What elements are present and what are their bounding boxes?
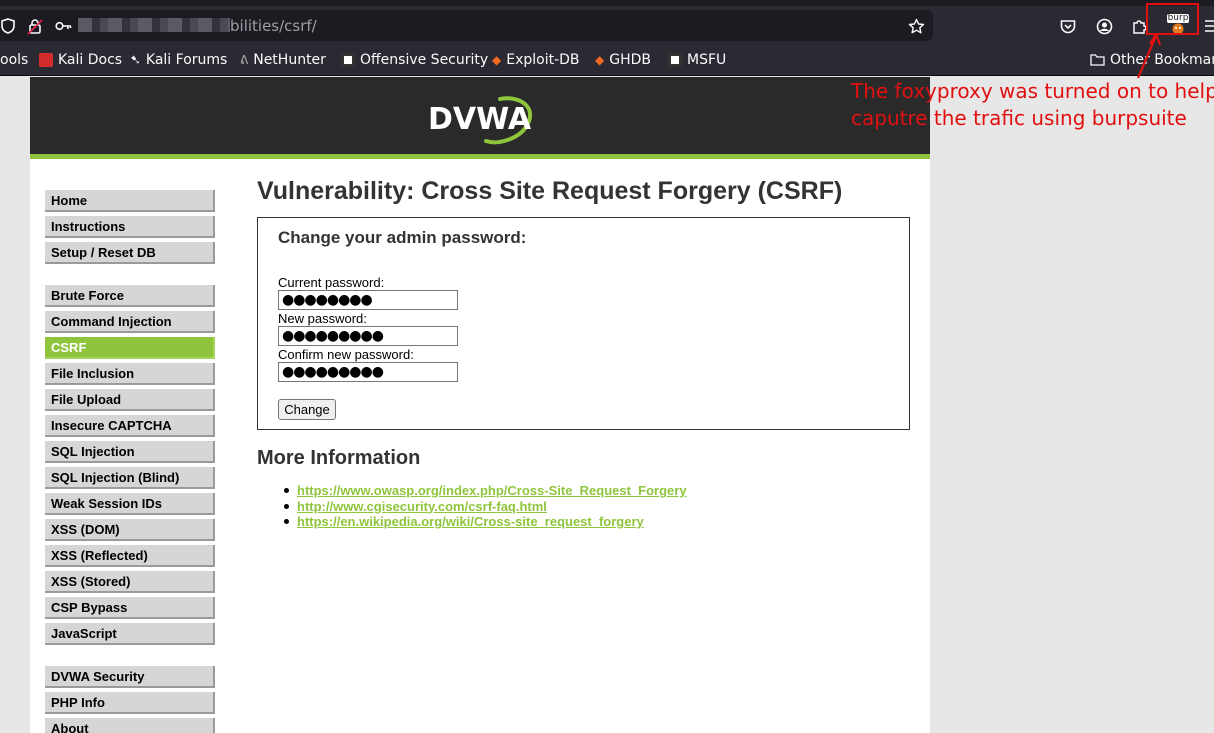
browser-toolbar: bilities/csrf/ burp [0,6,1214,46]
confirm-password-label: Confirm new password: [278,347,414,362]
more-information-title: More Information [257,447,421,469]
cgisecurity-csrf-link[interactable]: http://www.cgisecurity.com/csrf-faq.html [297,499,547,514]
account-icon[interactable] [1094,16,1114,36]
menu-xss-reflected[interactable]: XSS (Reflected) [45,545,215,567]
bookmark-msfu[interactable]: MSFU [668,52,726,68]
menu-weak-session-ids[interactable]: Weak Session IDs [45,493,215,515]
annotation-arrow [1136,33,1162,79]
menu-csp-bypass[interactable]: CSP Bypass [45,597,215,619]
menu-about[interactable]: About [45,718,215,733]
offsec-icon [341,53,355,67]
menu-csrf[interactable]: CSRF [45,337,215,359]
bookmark-offensive-security[interactable]: Offensive Security [341,52,488,68]
menu-insecure-captcha[interactable]: Insecure CAPTCHA [45,415,215,437]
annotation-line-2: caputre the trafic using burpsuite [851,106,1187,130]
menu-javascript[interactable]: JavaScript [45,623,215,645]
main-content: Vulnerability: Cross Site Request Forger… [257,177,912,529]
nethunter-icon: ᕕ [240,53,249,67]
dvwa-logo-text: DVWA [428,102,532,137]
confirm-password-input[interactable]: ●●●●●●●●● [278,362,458,382]
dvwa-container: DVWA Home Instructions Setup / Reset DB … [30,77,930,733]
kali-docs-icon [39,53,53,67]
menu-xss-dom[interactable]: XSS (DOM) [45,519,215,541]
menu-sql-injection-blind[interactable]: SQL Injection (Blind) [45,467,215,489]
menu-file-inclusion[interactable]: File Inclusion [45,363,215,385]
bookmark-ghdb[interactable]: ◆ GHDB [595,52,651,68]
menu-instructions[interactable]: Instructions [45,216,215,238]
bookmark-tools[interactable]: ools [0,52,28,68]
bookmark-nethunter[interactable]: ᕕ NetHunter [240,52,326,68]
folder-icon [1090,54,1105,66]
new-password-input[interactable]: ●●●●●●●●● [278,326,458,346]
bookmarks-toolbar: ools Kali Docs ➷ Kali Forums ᕕ NetHunter O… [0,46,1214,76]
bookmark-star-icon[interactable] [906,16,926,36]
msfu-icon [668,53,682,67]
change-button[interactable]: Change [278,399,336,420]
dvwa-header: DVWA [30,77,930,159]
wikipedia-csrf-link[interactable]: https://en.wikipedia.org/wiki/Cross-site… [297,514,644,529]
new-password-label: New password: [278,311,367,326]
menu-file-upload[interactable]: File Upload [45,389,215,411]
menu-home[interactable]: Home [45,190,215,212]
list-item: https://www.owasp.org/index.php/Cross-Si… [279,483,687,499]
list-item: https://en.wikipedia.org/wiki/Cross-site… [279,514,687,530]
change-password-form: Change your admin password: Current pass… [257,217,910,430]
menu-icon[interactable] [1204,16,1214,36]
ghdb-icon: ◆ [595,53,605,67]
menu-xss-stored[interactable]: XSS (Stored) [45,571,215,593]
kali-dragon-icon: ➷ [130,52,141,68]
current-password-label: Current password: [278,275,385,290]
menu-command-injection[interactable]: Command Injection [45,311,215,333]
current-password-input[interactable]: ●●●●●●●● [278,290,458,310]
bookmark-kali-forums[interactable]: ➷ Kali Forums [130,52,227,68]
more-information-links: https://www.owasp.org/index.php/Cross-Si… [279,483,687,530]
menu-dvwa-security[interactable]: DVWA Security [45,666,215,688]
form-title: Change your admin password: [278,228,527,247]
list-item: http://www.cgisecurity.com/csrf-faq.html [279,499,687,515]
exploitdb-icon: ◆ [492,53,502,67]
owasp-csrf-link[interactable]: https://www.owasp.org/index.php/Cross-Si… [297,483,687,498]
redacted-url-segment [78,18,230,32]
web-page: DVWA Home Instructions Setup / Reset DB … [0,77,1214,733]
menu-brute-force[interactable]: Brute Force [45,285,215,307]
pocket-icon[interactable] [1058,16,1078,36]
annotation-note: The foxyproxy was turned on to help capu… [851,78,1214,132]
url-text[interactable]: bilities/csrf/ [78,17,317,35]
dvwa-logo: DVWA [428,96,533,145]
key-icon[interactable] [54,17,72,35]
annotation-line-1: The foxyproxy was turned on to help [851,79,1214,103]
shield-icon[interactable] [0,17,16,35]
menu-sql-injection[interactable]: SQL Injection [45,441,215,463]
insecure-lock-icon[interactable] [26,17,44,35]
menu-setup-reset-db[interactable]: Setup / Reset DB [45,242,215,264]
url-bar[interactable]: bilities/csrf/ [0,10,933,41]
bookmark-kali-docs[interactable]: Kali Docs [39,52,122,68]
menu-php-info[interactable]: PHP Info [45,692,215,714]
bookmark-exploit-db[interactable]: ◆ Exploit-DB [492,52,580,68]
page-title: Vulnerability: Cross Site Request Forger… [257,177,843,205]
